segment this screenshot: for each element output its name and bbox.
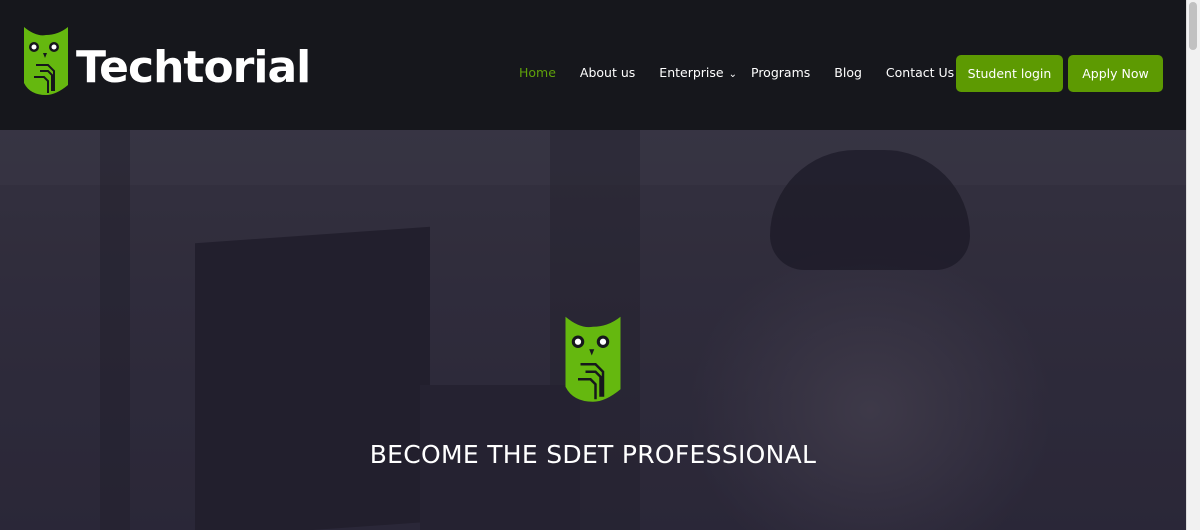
student-login-button[interactable]: Student login [956, 55, 1063, 92]
logo-text: Techtorial [76, 41, 311, 93]
site-header: Techtorial Home About us Enterprise ⌄ Pro… [0, 0, 1186, 130]
chevron-down-icon: ⌄ [728, 69, 737, 80]
nav-enterprise-label: Enterprise [659, 65, 724, 80]
owl-logo-icon [565, 316, 621, 402]
hero-banner: BECOME THE SDET PROFESSIONAL [0, 130, 1186, 530]
nav-enterprise[interactable]: Enterprise ⌄ [659, 65, 737, 80]
nav-contact-us[interactable]: Contact Us [886, 65, 954, 80]
page-scrollbar[interactable] [1186, 0, 1200, 530]
owl-logo-icon [24, 27, 68, 95]
apply-now-button[interactable]: Apply Now [1068, 55, 1163, 92]
hero-title: BECOME THE SDET PROFESSIONAL [369, 440, 817, 469]
nav-blog[interactable]: Blog [834, 65, 862, 80]
main-nav: Home About us Enterprise ⌄ Programs Blog … [519, 65, 978, 80]
nav-about-us[interactable]: About us [580, 65, 635, 80]
scrollbar-thumb[interactable] [1189, 2, 1197, 50]
nav-programs[interactable]: Programs [751, 65, 810, 80]
techtorial-logo[interactable]: Techtorial [22, 25, 311, 95]
nav-home[interactable]: Home [519, 65, 556, 80]
